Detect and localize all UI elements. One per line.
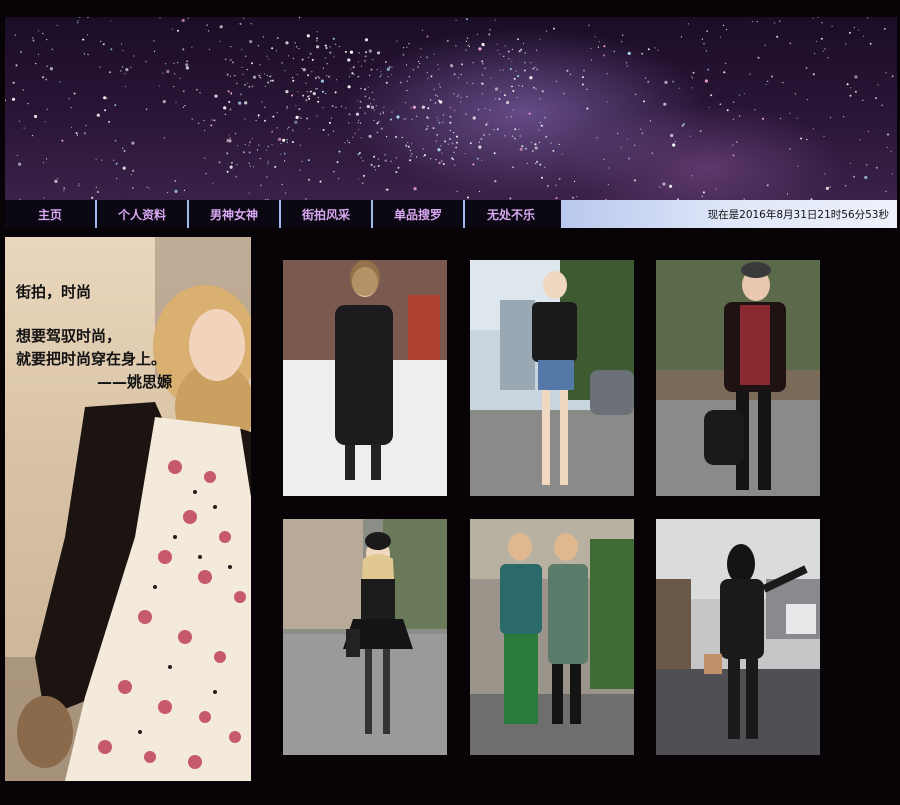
hero-panel: 街拍，时尚 想要驾驭时尚， 就要把时尚穿在身上。 ——姚思嫄: [5, 237, 251, 781]
starfield-image: [5, 17, 894, 202]
nav-items: 主页 个人资料 男神女神 街拍风采 单品搜罗 无处不乐: [5, 200, 561, 228]
page: 主页 个人资料 男神女神 街拍风采 单品搜罗 无处不乐 现在是2016年8月31…: [0, 0, 900, 805]
street-photo-black-hood[interactable]: [656, 519, 820, 755]
hero-quote-line1: 想要驾驭时尚，: [16, 327, 122, 345]
nav-item-items[interactable]: 单品搜罗: [373, 200, 465, 228]
street-photo-leather-jacket[interactable]: [470, 260, 634, 496]
street-photo-burgundy-sweater[interactable]: [656, 260, 820, 496]
nav-item-home[interactable]: 主页: [5, 200, 97, 228]
nav-item-idols[interactable]: 男神女神: [189, 200, 281, 228]
street-photo-couple-green[interactable]: [470, 519, 634, 755]
nav-item-street-style[interactable]: 街拍风采: [281, 200, 373, 228]
hero-title: 街拍，时尚: [16, 283, 92, 301]
street-photo-snow-coat[interactable]: [283, 260, 447, 496]
clock-area: 现在是2016年8月31日21时56分53秒: [561, 200, 897, 228]
nav-item-fun[interactable]: 无处不乐: [465, 200, 557, 228]
nav-item-profile[interactable]: 个人资料: [97, 200, 189, 228]
clock-text: 现在是2016年8月31日21时56分53秒: [707, 208, 889, 221]
hero-photo: [5, 237, 251, 781]
hero-quote-line2: 就要把时尚穿在身上。: [16, 350, 167, 368]
hero-quote-author: ——姚思嫄: [97, 373, 173, 391]
nav-bar: 主页 个人资料 男神女神 街拍风采 单品搜罗 无处不乐 现在是2016年8月31…: [5, 200, 897, 228]
header-banner: [5, 17, 897, 202]
street-photo-black-dress-beanie[interactable]: [283, 519, 447, 755]
